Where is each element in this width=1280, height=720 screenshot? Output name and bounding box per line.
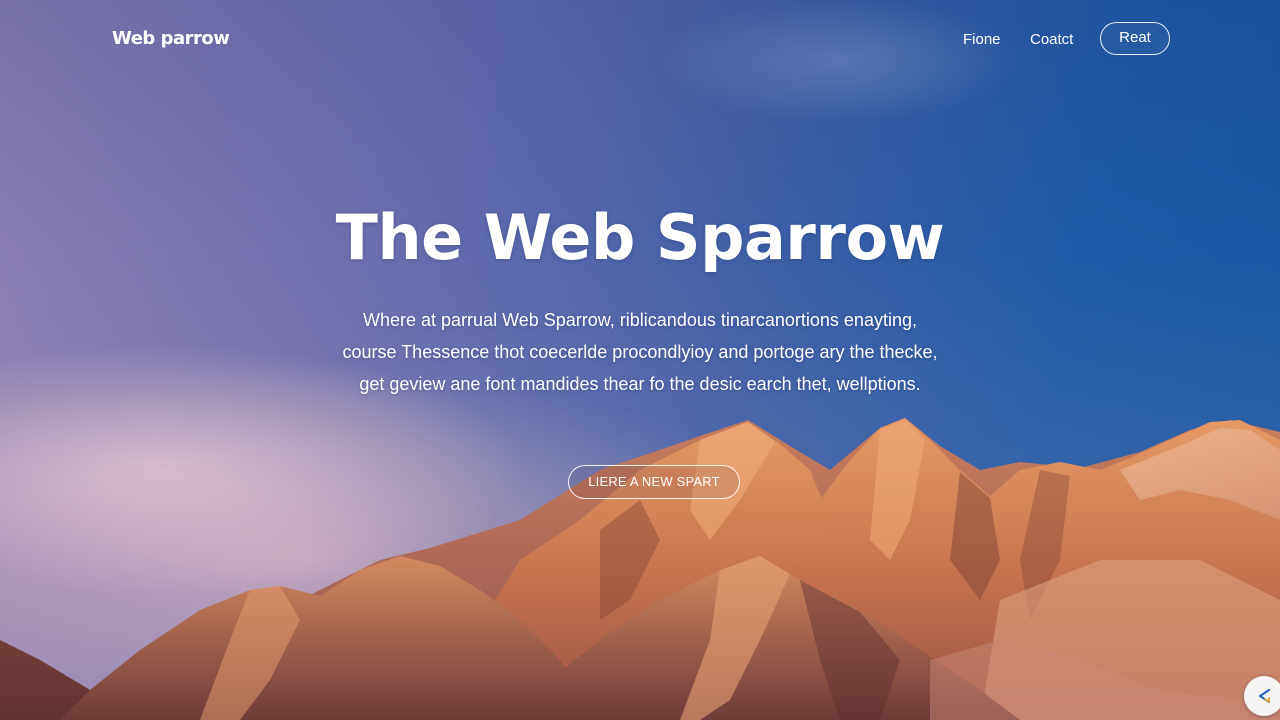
hero-cta-button[interactable]: LIERE A NEW SPART	[568, 465, 740, 499]
brand-logo[interactable]: Web parrow	[112, 28, 230, 49]
chat-icon	[1258, 688, 1271, 704]
nav-link-contact[interactable]: Coatct	[1030, 31, 1073, 48]
nav-link-home[interactable]: Fione	[963, 31, 1001, 48]
page: Web parrow Fione Coatct Reat The Web Spa…	[0, 0, 1280, 720]
nav-read-button[interactable]: Reat	[1100, 22, 1170, 55]
hero-title: The Web Sparrow	[335, 201, 945, 274]
top-navigation: Web parrow Fione Coatct Reat	[0, 0, 1280, 80]
hero-description: Where at parrual Web Sparrow, riblicando…	[342, 310, 938, 394]
floating-chat-button[interactable]	[1244, 676, 1280, 716]
